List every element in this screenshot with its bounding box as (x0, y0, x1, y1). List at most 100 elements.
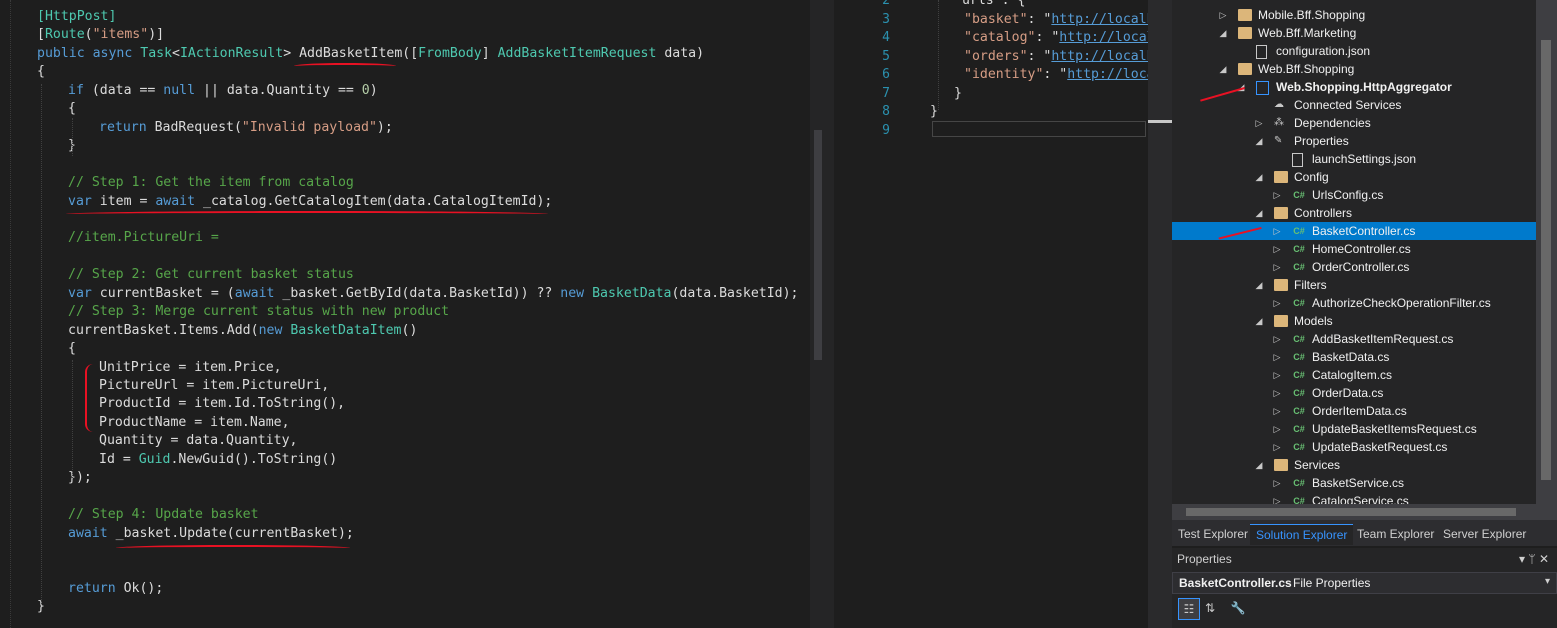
tree-item[interactable]: ▷ C# CatalogItem.cs (1172, 366, 1536, 384)
tree-item[interactable]: configuration.json (1172, 42, 1536, 60)
tree-item[interactable]: ▷ C# OrderItemData.cs (1172, 402, 1536, 420)
code-token: Quantity = data.Quantity, (99, 433, 298, 449)
editor-gutter (0, 0, 11, 628)
tree-item[interactable]: ◢ Web.Bff.Marketing (1172, 24, 1536, 42)
tree-item[interactable]: ▷ C# UpdateBasketRequest.cs (1172, 438, 1536, 456)
splitter-thumb[interactable] (814, 130, 822, 360)
code-token: ( (84, 27, 93, 43)
alphabetical-icon[interactable]: ⇅ (1200, 598, 1220, 618)
expand-arrow-icon[interactable]: ▷ (1272, 294, 1282, 312)
code-line: ProductId = item.Id.ToString(), (99, 395, 345, 413)
code-line: // Step 4: Update basket (68, 506, 259, 524)
json-token[interactable]: http://localh (1051, 49, 1154, 64)
json-token[interactable]: http://localh (1051, 12, 1154, 27)
code-token: async (92, 45, 133, 61)
tree-item[interactable]: ▷ ⁂ Dependencies (1172, 114, 1536, 132)
tree-item[interactable]: ▷ C# BasketService.cs (1172, 474, 1536, 492)
tree-item-label: HomeController.cs (1312, 242, 1411, 256)
tree-item[interactable]: ◢ Filters (1172, 276, 1536, 294)
code-token: BadRequest( (146, 119, 242, 135)
csharp-file-icon: C# (1293, 298, 1305, 308)
json-editor[interactable]: 23456789 "urls": {"basket": "http://loca… (834, 0, 1172, 628)
tree-item[interactable]: ▷ Mobile.Bff.Shopping (1172, 6, 1536, 24)
code-line: await _basket.Update(currentBasket); (68, 525, 354, 543)
json-editor-vscrollbar[interactable] (1148, 0, 1172, 628)
csharp-file-icon: C# (1293, 424, 1305, 434)
collapse-arrow-icon[interactable]: ◢ (1254, 168, 1264, 186)
tree-hscroll-thumb[interactable] (1186, 508, 1516, 516)
json-token: "basket" (964, 11, 1028, 27)
expand-arrow-icon[interactable]: ▷ (1272, 474, 1282, 492)
code-token: { (68, 341, 76, 357)
tree-item[interactable]: ▷ C# AddBasketItemRequest.cs (1172, 330, 1536, 348)
expand-arrow-icon[interactable]: ▷ (1272, 222, 1282, 240)
tree-scroll-thumb[interactable] (1541, 40, 1551, 480)
expand-arrow-icon[interactable]: ▷ (1272, 438, 1282, 456)
tree-item[interactable]: launchSettings.json (1172, 150, 1536, 168)
tree-item[interactable]: ▷ C# OrderData.cs (1172, 384, 1536, 402)
properties-object-selector[interactable]: BasketController.cs File Properties ▾ (1172, 572, 1557, 594)
folder-icon (1238, 63, 1252, 75)
code-token: AddBasketItemRequest (497, 45, 657, 61)
expand-arrow-icon[interactable]: ▷ (1272, 402, 1282, 420)
tree-item[interactable]: ▷ C# OrderController.cs (1172, 258, 1536, 276)
collapse-arrow-icon[interactable]: ◢ (1218, 60, 1228, 78)
code-token: FromBody (418, 45, 482, 61)
expand-arrow-icon[interactable]: ▷ (1272, 186, 1282, 204)
tab-team-explorer[interactable]: Team Explorer (1351, 524, 1440, 544)
tree-item[interactable]: ◢ ✎ Properties (1172, 132, 1536, 150)
code-token: Task (140, 45, 173, 61)
code-line: ProductName = item.Name, (99, 414, 290, 432)
solution-explorer[interactable]: ▷ Mobile.Bff.Shopping ◢ Web.Bff.Marketing co… (1172, 0, 1557, 520)
code-editor-main[interactable]: [HttpPost] [Route("items")] public async T… (0, 0, 810, 628)
collapse-arrow-icon[interactable]: ◢ (1254, 204, 1264, 222)
expand-arrow-icon[interactable]: ▷ (1272, 258, 1282, 276)
expand-arrow-icon[interactable]: ▷ (1272, 240, 1282, 258)
tree-hscrollbar[interactable] (1172, 504, 1536, 520)
tree-item-label: BasketData.cs (1312, 350, 1390, 364)
properties-pin-close[interactable]: ▾ ᛘ ✕ (1519, 552, 1549, 566)
tree-item-label: Connected Services (1294, 98, 1402, 112)
wrench-icon[interactable]: 🔧 (1228, 598, 1248, 618)
tab-test-explorer[interactable]: Test Explorer (1172, 524, 1254, 544)
categorized-icon[interactable]: ☷ (1178, 598, 1200, 620)
tree-item[interactable]: ◢ Controllers (1172, 204, 1536, 222)
code-token: ) (369, 82, 378, 98)
collapse-arrow-icon[interactable]: ◢ (1254, 276, 1264, 294)
folder-icon (1274, 459, 1288, 471)
properties-object-type: File Properties (1293, 576, 1371, 590)
editor-splitter[interactable] (810, 0, 834, 628)
expand-arrow-icon[interactable]: ▷ (1272, 348, 1282, 366)
code-line: { (37, 63, 45, 81)
tree-item[interactable]: ▷ C# UrlsConfig.cs (1172, 186, 1536, 204)
tab-solution-explorer[interactable]: Solution Explorer (1250, 524, 1354, 545)
code-token: public (37, 45, 85, 61)
tree-item[interactable]: ◢ Config (1172, 168, 1536, 186)
collapse-arrow-icon[interactable]: ◢ (1254, 456, 1264, 474)
expand-arrow-icon[interactable]: ▷ (1272, 366, 1282, 384)
code-line: [HttpPost] (37, 8, 116, 26)
csharp-file-icon: C# (1293, 442, 1305, 452)
properties-panel[interactable]: Properties ▾ ᛘ ✕ BasketController.cs Fil… (1172, 548, 1557, 628)
expand-arrow-icon[interactable]: ▷ (1254, 114, 1264, 132)
tree-item[interactable]: ▷ C# BasketData.cs (1172, 348, 1536, 366)
tree-item[interactable]: ◢ Web.Bff.Shopping (1172, 60, 1536, 78)
code-line: var currentBasket = (await _basket.GetBy… (68, 285, 799, 303)
collapse-arrow-icon[interactable]: ◢ (1254, 132, 1264, 150)
code-line: [Route("items")] (37, 26, 164, 44)
code-token: if (68, 82, 84, 98)
json-token[interactable]: http://local (1059, 30, 1154, 45)
expand-arrow-icon[interactable]: ▷ (1218, 6, 1228, 24)
expand-arrow-icon[interactable]: ▷ (1272, 384, 1282, 402)
expand-arrow-icon[interactable]: ▷ (1272, 330, 1282, 348)
folder-icon (1238, 27, 1252, 39)
tree-item[interactable]: ▷ C# AuthorizeCheckOperationFilter.cs (1172, 294, 1536, 312)
collapse-arrow-icon[interactable]: ◢ (1218, 24, 1228, 42)
code-token: var (68, 193, 92, 209)
tree-item[interactable]: ◢ Models (1172, 312, 1536, 330)
tree-item[interactable]: ▷ C# UpdateBasketItemsRequest.cs (1172, 420, 1536, 438)
tree-item[interactable]: ◢ Services (1172, 456, 1536, 474)
collapse-arrow-icon[interactable]: ◢ (1254, 312, 1264, 330)
expand-arrow-icon[interactable]: ▷ (1272, 420, 1282, 438)
tab-server-explorer[interactable]: Server Explorer (1437, 524, 1532, 544)
